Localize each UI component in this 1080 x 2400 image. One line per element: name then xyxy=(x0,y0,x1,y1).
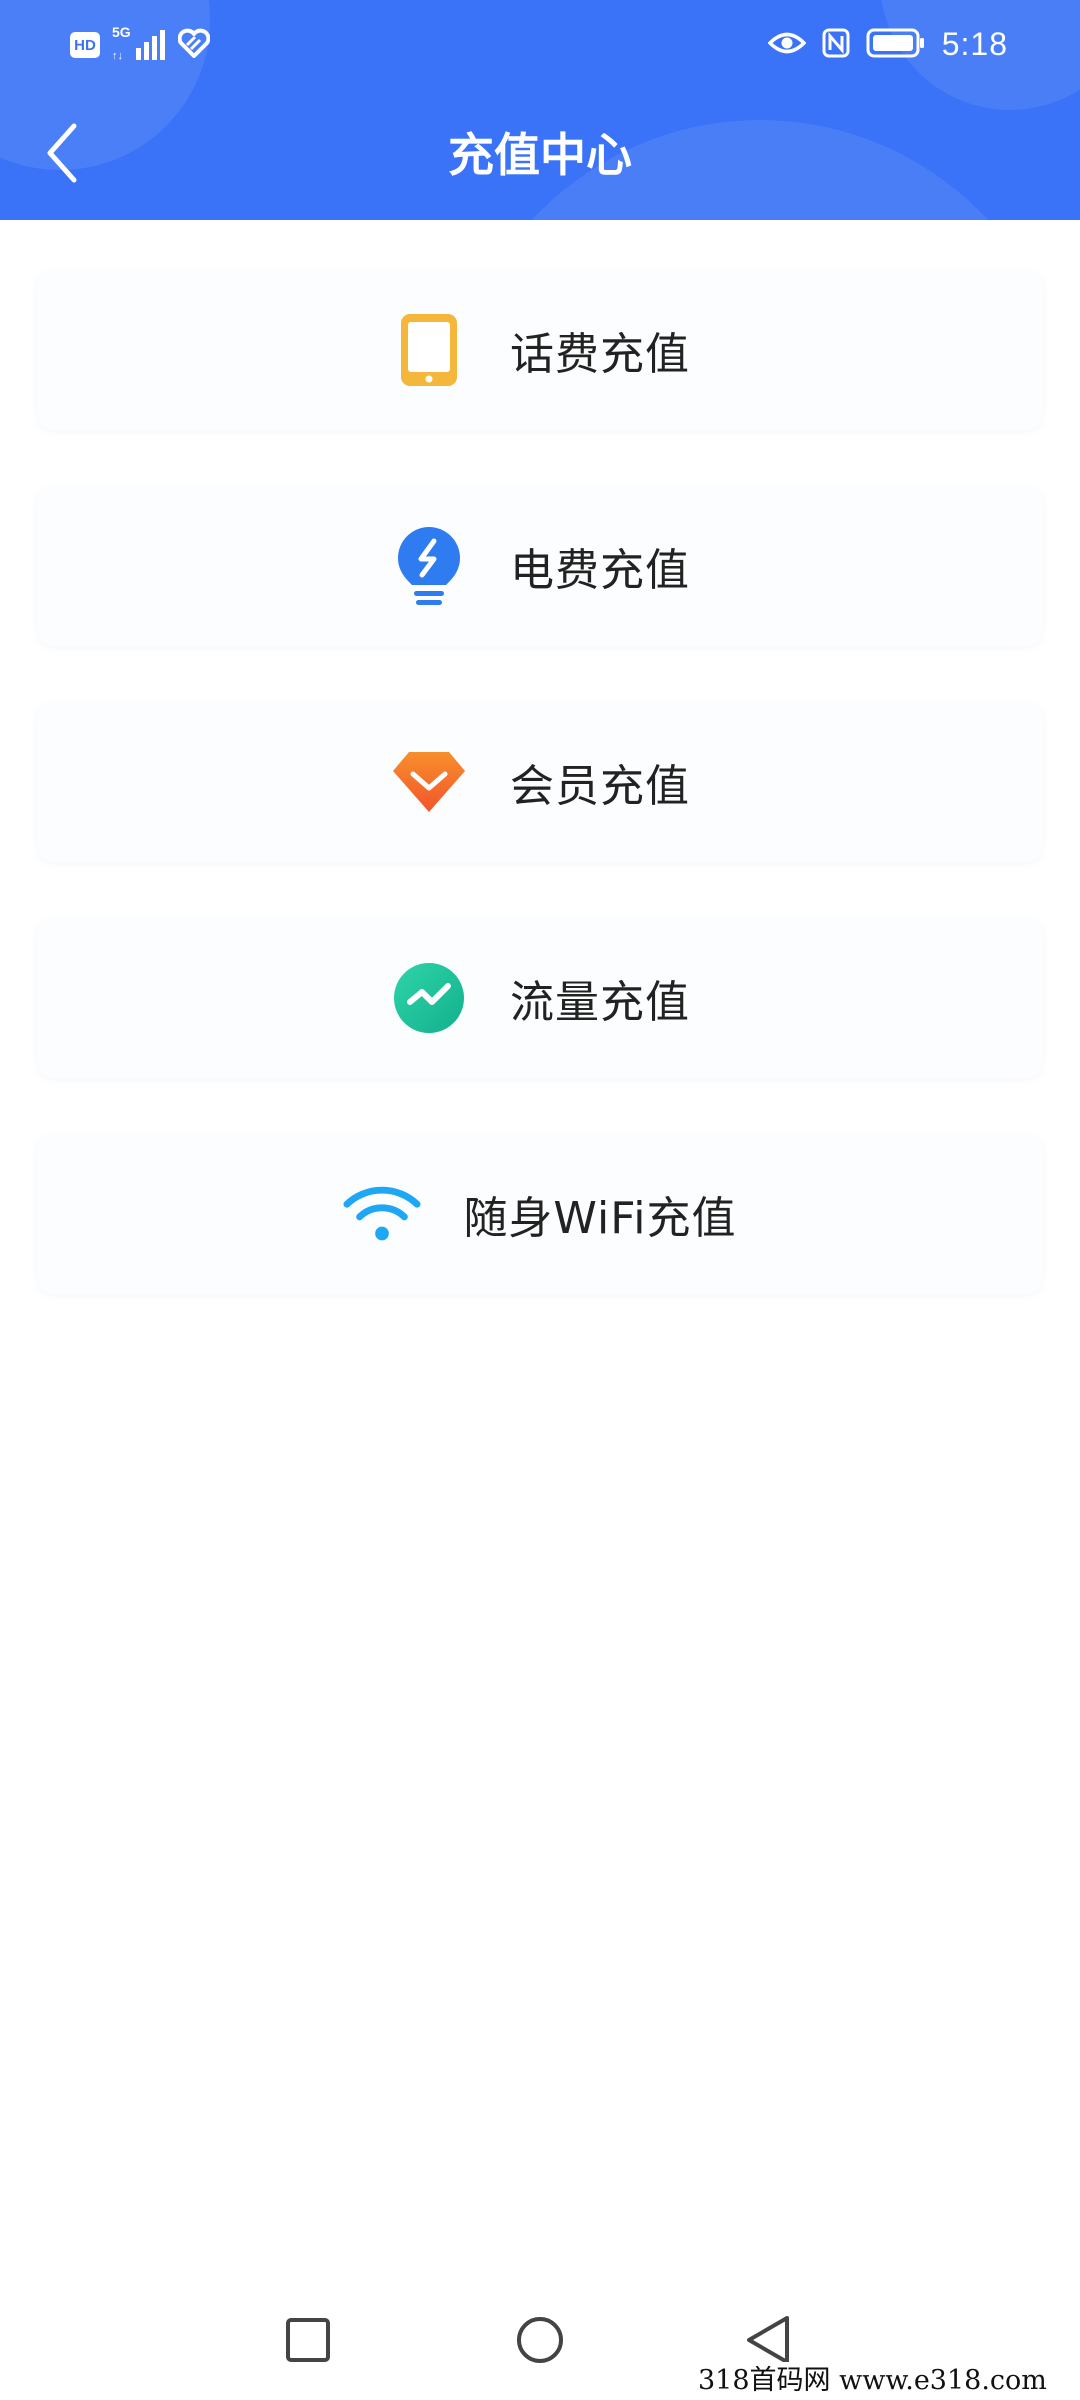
phone-icon xyxy=(390,311,468,389)
status-time: 5:18 xyxy=(941,26,1008,62)
diamond-icon xyxy=(390,743,468,821)
item-content: 会员充值 xyxy=(390,743,690,821)
triangle-back-icon xyxy=(747,2316,789,2364)
wifi-recharge-item[interactable]: 随身WiFi充值 xyxy=(37,1134,1043,1294)
watermark: 318首码网 www.e318.com xyxy=(690,2362,1080,2400)
electricity-recharge-item[interactable]: 电费充值 xyxy=(37,486,1043,646)
item-content: 流量充值 xyxy=(390,959,690,1037)
wifi-icon xyxy=(343,1175,421,1253)
phone-recharge-item[interactable]: 话费充值 xyxy=(37,270,1043,430)
status-right-icons: 5:18 xyxy=(767,26,1008,63)
circle-icon xyxy=(517,2317,563,2363)
item-label: 流量充值 xyxy=(510,977,690,1028)
lightbulb-icon xyxy=(390,527,468,605)
membership-recharge-item[interactable]: 会员充值 xyxy=(37,702,1043,862)
status-left-icons: HD 5G ↑↓ xyxy=(70,24,211,62)
recharge-center-screen: HD 5G ↑↓ 5:18 充值中心 话费充值 电费充值 会员充值 流量充值 随… xyxy=(0,0,1080,2400)
recents-button[interactable] xyxy=(268,2300,348,2380)
item-label: 会员充值 xyxy=(510,761,690,812)
item-content: 话费充值 xyxy=(390,311,690,389)
trend-icon xyxy=(390,959,468,1037)
nfc-icon xyxy=(822,28,850,62)
item-content: 随身WiFi充值 xyxy=(343,1175,736,1253)
header: HD 5G ↑↓ 5:18 充值中心 xyxy=(0,0,1080,220)
page-title: 充值中心 xyxy=(448,128,632,182)
hd-badge: HD xyxy=(70,32,100,58)
home-button[interactable] xyxy=(500,2300,580,2380)
recharge-menu-list: 话费充值 电费充值 会员充值 流量充值 随身WiFi充值 xyxy=(37,270,1043,1350)
data-recharge-item[interactable]: 流量充值 xyxy=(37,918,1043,1078)
app-status-icon xyxy=(177,28,211,62)
item-label: 话费充值 xyxy=(510,329,690,380)
item-content: 电费充值 xyxy=(390,527,690,605)
status-bar: HD 5G ↑↓ 5:18 xyxy=(0,0,1080,95)
battery-icon xyxy=(866,28,926,62)
square-icon xyxy=(286,2318,330,2362)
item-label: 电费充值 xyxy=(510,545,690,596)
eye-icon xyxy=(767,30,807,60)
item-label: 随身WiFi充值 xyxy=(463,1193,737,1244)
signal-icon: 5G ↑↓ xyxy=(112,24,166,62)
svg-text:↑↓: ↑↓ xyxy=(112,50,123,62)
